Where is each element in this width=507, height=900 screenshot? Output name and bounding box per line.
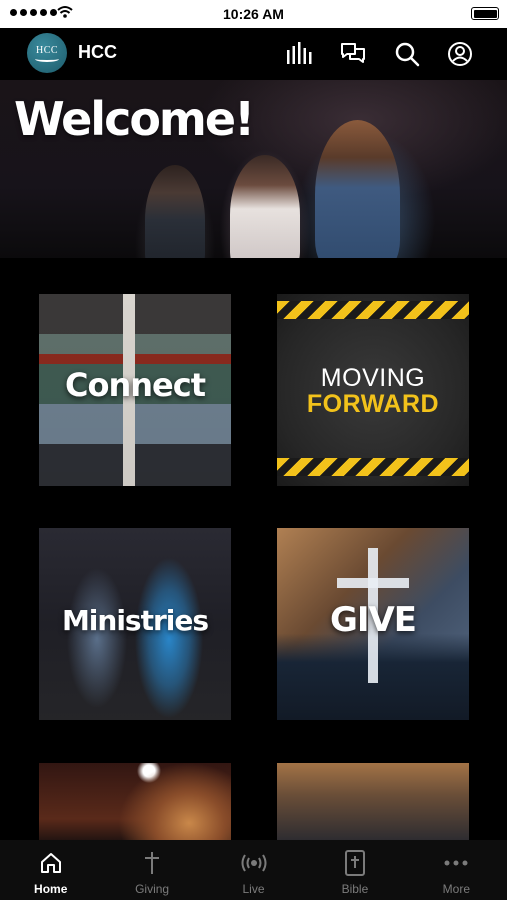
caution-stripe-bottom [277, 458, 469, 476]
more-icon [443, 850, 469, 876]
battery-icon [471, 7, 499, 20]
tile-ministries[interactable]: Ministries [39, 528, 231, 720]
home-icon [38, 850, 64, 876]
tab-home-label: Home [34, 882, 68, 896]
tab-bible-label: Bible [341, 882, 369, 896]
tile-connect-label: Connect [65, 366, 206, 404]
status-bar: 10:26 AM [0, 0, 507, 28]
tab-live[interactable]: Live [203, 840, 304, 900]
app-title: HCC [78, 42, 117, 62]
caution-stripe-top [277, 301, 469, 319]
tab-more[interactable]: More [406, 840, 507, 900]
chat-icon[interactable] [339, 40, 367, 68]
hero-singer-right [315, 120, 400, 258]
app-header: HCC HCC [0, 28, 507, 80]
tile-connect[interactable]: Connect [39, 294, 231, 486]
tile-bottom-right[interactable] [277, 763, 469, 843]
hcc-logo[interactable]: HCC [27, 33, 67, 73]
tile-moving-line1: MOVING [320, 364, 426, 392]
welcome-hero[interactable]: Welcome! [0, 80, 507, 258]
tab-giving-label: Giving [135, 882, 170, 896]
tab-giving[interactable]: Giving [101, 840, 202, 900]
tile-bottom-left[interactable] [39, 763, 231, 843]
tile-moving-forward[interactable]: MOVING FORWARD [277, 294, 469, 486]
logo-text: HCC [35, 44, 59, 56]
cross-horizontal [337, 578, 409, 588]
cross-icon [139, 850, 165, 876]
tab-live-label: Live [242, 882, 265, 896]
status-time: 10:26 AM [223, 6, 284, 22]
search-icon[interactable] [393, 40, 421, 68]
tile-moving-line2: FORWARD [306, 390, 440, 418]
tab-bar: Home Giving Live Bible More [0, 840, 507, 900]
hero-singer-left [145, 165, 205, 258]
broadcast-icon [241, 850, 267, 876]
tile-give-label: GIVE [329, 600, 417, 640]
bible-icon [342, 850, 368, 876]
tile-give[interactable]: GIVE [277, 528, 469, 720]
hero-singer-middle [230, 155, 300, 258]
hero-title: Welcome! [14, 92, 255, 146]
profile-icon[interactable] [446, 40, 474, 68]
audio-bars-icon[interactable] [285, 40, 313, 68]
tab-bible[interactable]: Bible [304, 840, 405, 900]
tab-more-label: More [442, 882, 470, 896]
logo-wave-icon [35, 56, 59, 62]
tile-ministries-label: Ministries [61, 604, 209, 637]
tab-home[interactable]: Home [0, 840, 101, 900]
